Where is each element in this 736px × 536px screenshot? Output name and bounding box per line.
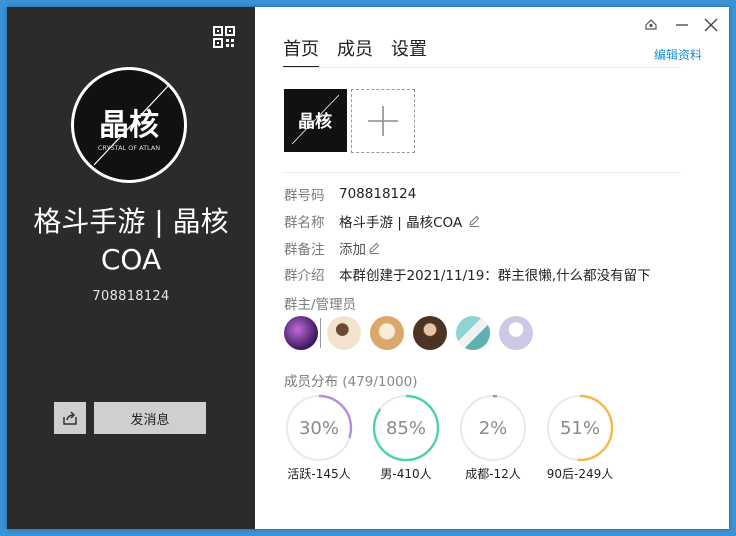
group-logo-image: 晶核 CRYSTAL OF ATLAN (93, 84, 170, 166)
distribution-title: 成员分布 (284, 374, 338, 390)
edit-remark-pencil-icon[interactable] (368, 242, 380, 254)
male-stat: 85% 男-410人 (366, 393, 446, 482)
group-number-row: 群号码 708818124 (284, 184, 416, 204)
group-avatar[interactable]: 晶核 CRYSTAL OF ATLAN (71, 67, 187, 183)
tab-home[interactable]: 首页 (283, 35, 319, 68)
age-percent: 51% (559, 417, 600, 439)
group-remark-row: 群备注 添加 (284, 238, 380, 258)
region-caption: 成都-12人 (465, 467, 521, 481)
age-caption: 90后-249人 (546, 467, 614, 481)
male-caption: 男-410人 (380, 467, 432, 481)
male-percent: 85% (385, 417, 426, 439)
group-number-label: 群号码 (284, 188, 325, 204)
pin-icon[interactable] (642, 16, 660, 34)
admin-avatar[interactable] (456, 316, 490, 350)
tab-members[interactable]: 成员 (337, 35, 373, 68)
admin-avatar[interactable] (499, 316, 533, 350)
group-profile-window: 晶核 CRYSTAL OF ATLAN 格斗手游 | 晶核COA 7088181… (7, 7, 729, 529)
member-distribution-label: 成员分布 (479/1000) (284, 370, 418, 390)
group-photo-thumbnail[interactable]: 晶核 (284, 89, 347, 152)
edit-name-pencil-icon[interactable] (468, 215, 480, 227)
add-remark-link[interactable]: 添加 (339, 238, 366, 258)
qr-code-icon[interactable] (213, 26, 235, 48)
svg-text:CRYSTAL OF ATLAN: CRYSTAL OF ATLAN (98, 144, 160, 152)
group-intro-label: 群介绍 (284, 268, 325, 284)
svg-text:晶核: 晶核 (298, 111, 332, 132)
section-divider (283, 172, 681, 173)
plus-icon (368, 106, 398, 136)
age-stat: 51% 90后-249人 (540, 393, 620, 482)
region-stat: 2% 成都-12人 (453, 393, 533, 482)
group-name-heading: 格斗手游 | 晶核COA (33, 205, 229, 276)
tab-bar: 首页 成员 设置 (283, 35, 427, 68)
edit-profile-link[interactable]: 编辑资料 (654, 46, 702, 63)
group-detail-panel: 首页 成员 设置 编辑资料 晶核 群号码 708818124 群名称 格斗手游 … (255, 7, 729, 529)
member-count: (479/1000) (342, 374, 418, 390)
active-stat: 30% 活跃-145人 (279, 393, 359, 482)
admin-avatar-list (284, 316, 542, 350)
group-name-value: 格斗手游 | 晶核COA (339, 215, 463, 231)
share-icon (63, 411, 77, 425)
owner-admin-divider (320, 318, 321, 348)
share-button[interactable] (54, 402, 86, 434)
minimize-icon[interactable] (673, 16, 691, 34)
active-percent: 30% (298, 417, 339, 439)
send-message-button[interactable]: 发消息 (94, 402, 206, 434)
svg-text:晶核: 晶核 (99, 108, 159, 143)
group-number-value: 708818124 (339, 186, 417, 202)
group-intro-value: 本群创建于2021/11/19：群主很懒,什么都没有留下 (339, 268, 651, 284)
admin-avatar[interactable] (370, 316, 404, 350)
close-icon[interactable] (702, 16, 720, 34)
region-percent: 2% (478, 417, 508, 439)
tab-settings[interactable]: 设置 (391, 35, 427, 68)
group-name-row: 群名称 格斗手游 | 晶核COA (284, 211, 480, 231)
add-photo-button[interactable] (351, 89, 415, 153)
group-summary-panel: 晶核 CRYSTAL OF ATLAN 格斗手游 | 晶核COA 7088181… (7, 7, 255, 529)
active-caption: 活跃-145人 (287, 467, 351, 481)
admins-label: 群主/管理员 (284, 297, 357, 313)
group-photo-image: 晶核 (291, 94, 340, 145)
group-name-label: 群名称 (284, 215, 325, 231)
admin-avatar[interactable] (327, 316, 361, 350)
group-intro-row: 群介绍 本群创建于2021/11/19：群主很懒,什么都没有留下 (284, 264, 651, 284)
tab-divider (283, 67, 681, 68)
admin-avatar[interactable] (413, 316, 447, 350)
owner-avatar[interactable] (284, 316, 318, 350)
group-number-text: 708818124 (92, 289, 170, 304)
group-remark-label: 群备注 (284, 242, 325, 258)
